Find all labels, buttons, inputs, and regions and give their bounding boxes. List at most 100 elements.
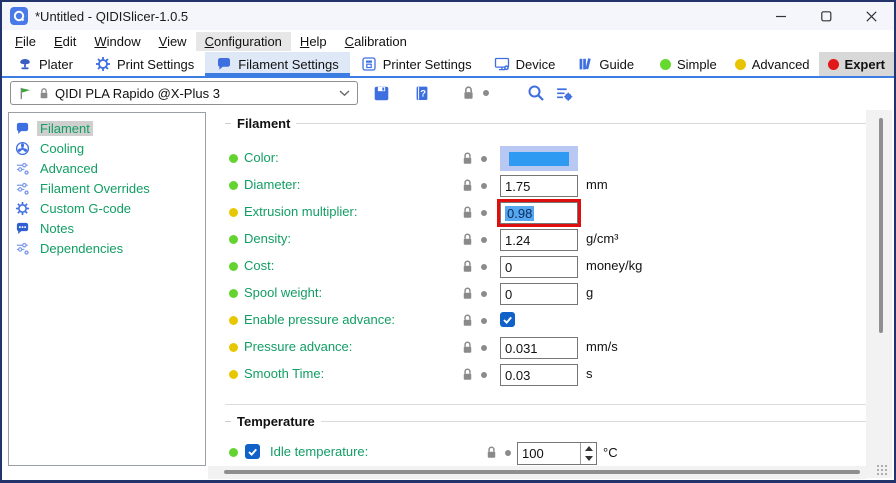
sidebar-item-filament-overrides[interactable]: Filament Overrides bbox=[9, 178, 205, 198]
lock-icon[interactable] bbox=[461, 232, 474, 250]
compare-presets-button[interactable] bbox=[555, 85, 573, 102]
settings-content: Filament Cooling Advanced Filament Overr… bbox=[2, 108, 894, 480]
search-button[interactable] bbox=[527, 84, 545, 102]
menu-file[interactable]: File bbox=[6, 32, 45, 51]
spin-down-button[interactable] bbox=[581, 454, 596, 465]
lock-icon[interactable] bbox=[485, 445, 498, 463]
spin-up-button[interactable] bbox=[581, 443, 596, 454]
color-swatch bbox=[509, 152, 569, 166]
enable-pressure-advance-checkbox[interactable] bbox=[500, 312, 515, 327]
save-preset-button[interactable] bbox=[373, 85, 390, 102]
menu-help[interactable]: Help bbox=[291, 32, 336, 51]
spool-weight-input[interactable]: 0 bbox=[500, 283, 578, 305]
menu-bar: File Edit Window View Configuration Help… bbox=[2, 30, 894, 52]
svg-text:?: ? bbox=[420, 88, 426, 99]
smooth-time-input[interactable]: 0.03 bbox=[500, 364, 578, 386]
yellow-dot-icon bbox=[229, 343, 238, 352]
revert-dot-icon bbox=[481, 372, 487, 378]
sidebar-item-custom-gcode[interactable]: Custom G-code bbox=[9, 198, 205, 218]
preset-combobox[interactable]: QIDI PLA Rapido @X-Plus 3 bbox=[10, 81, 358, 105]
revert-dot-icon bbox=[481, 156, 487, 162]
minimize-button[interactable] bbox=[759, 2, 804, 30]
tab-device[interactable]: Device bbox=[483, 52, 567, 76]
idle-temperature-input[interactable]: 100 bbox=[517, 442, 597, 465]
red-mode-dot-icon bbox=[828, 59, 839, 70]
sidebar-item-dependencies[interactable]: Dependencies bbox=[9, 238, 205, 258]
close-button[interactable] bbox=[849, 2, 894, 30]
pressure-advance-input[interactable]: 0.031 bbox=[500, 337, 578, 359]
mode-simple[interactable]: Simple bbox=[651, 52, 726, 76]
group-title: Filament bbox=[237, 116, 290, 131]
tab-plater[interactable]: Plater bbox=[6, 52, 84, 76]
app-logo-icon bbox=[10, 7, 28, 25]
cost-input[interactable]: 0 bbox=[500, 256, 578, 278]
lock-icon[interactable] bbox=[461, 178, 474, 196]
horizontal-scrollbar-thumb[interactable] bbox=[224, 470, 860, 474]
green-dot-icon bbox=[229, 235, 238, 244]
settings-category-list: Filament Cooling Advanced Filament Overr… bbox=[8, 112, 206, 466]
setting-row-enable-pressure-advance: Enable pressure advance: bbox=[225, 310, 866, 337]
gear-icon bbox=[95, 56, 111, 72]
lock-icon[interactable] bbox=[461, 286, 474, 304]
tab-print-settings[interactable]: Print Settings bbox=[84, 52, 205, 76]
vertical-scrollbar-thumb[interactable] bbox=[879, 118, 883, 333]
setting-label: Diameter: bbox=[244, 177, 300, 192]
extrusion-multiplier-input[interactable]: 0.98 bbox=[500, 202, 578, 224]
window-controls bbox=[759, 2, 894, 30]
lock-icon[interactable] bbox=[461, 367, 474, 385]
notes-icon bbox=[15, 221, 30, 236]
vertical-scrollbar[interactable] bbox=[866, 110, 892, 478]
mode-expert[interactable]: Expert bbox=[819, 52, 894, 76]
green-dot-icon bbox=[229, 448, 238, 457]
setting-label: Spool weight: bbox=[244, 285, 322, 300]
preset-settings-icon bbox=[555, 85, 573, 102]
sidebar-item-filament[interactable]: Filament bbox=[9, 118, 205, 138]
device-icon bbox=[494, 56, 510, 72]
lock-icon bbox=[461, 85, 476, 101]
filament-icon bbox=[216, 56, 232, 72]
green-dot-icon bbox=[229, 154, 238, 163]
main-tab-bar: Plater Print Settings Filament Settings … bbox=[2, 52, 894, 78]
spinner-control[interactable] bbox=[580, 443, 596, 464]
search-icon bbox=[527, 84, 545, 102]
section-divider bbox=[225, 404, 866, 405]
maximize-button[interactable] bbox=[804, 2, 849, 30]
unit-label: mm/s bbox=[586, 339, 618, 354]
color-swatch-button[interactable] bbox=[500, 146, 578, 171]
lock-icon[interactable] bbox=[461, 205, 474, 223]
lock-icon[interactable] bbox=[461, 313, 474, 331]
lock-icon[interactable] bbox=[461, 340, 474, 358]
green-mode-dot-icon bbox=[660, 59, 671, 70]
arrow-down-icon bbox=[585, 456, 593, 461]
sidebar-item-advanced[interactable]: Advanced bbox=[9, 158, 205, 178]
menu-view[interactable]: View bbox=[150, 32, 196, 51]
diameter-input[interactable]: 1.75 bbox=[500, 175, 578, 197]
revert-dot-icon bbox=[481, 183, 487, 189]
horizontal-scrollbar[interactable] bbox=[208, 466, 866, 479]
mode-advanced[interactable]: Advanced bbox=[726, 52, 819, 76]
lock-icon[interactable] bbox=[461, 259, 474, 277]
idle-temperature-checkbox[interactable] bbox=[245, 444, 260, 459]
tab-printer-settings[interactable]: Printer Settings bbox=[350, 52, 483, 76]
menu-window[interactable]: Window bbox=[85, 32, 149, 51]
menu-calibration[interactable]: Calibration bbox=[336, 32, 416, 51]
sidebar-item-cooling[interactable]: Cooling bbox=[9, 138, 205, 158]
help-button[interactable]: ? bbox=[414, 85, 430, 102]
unit-label: g bbox=[586, 285, 593, 300]
group-heading-temperature: Temperature bbox=[225, 414, 866, 429]
gear-icon bbox=[15, 201, 30, 216]
setting-row-diameter: Diameter: 1.75 mm bbox=[225, 175, 866, 202]
lock-preset-button[interactable] bbox=[461, 85, 476, 101]
setting-label: Color: bbox=[244, 150, 279, 165]
density-input[interactable]: 1.24 bbox=[500, 229, 578, 251]
lock-icon[interactable] bbox=[461, 151, 474, 169]
tab-filament-settings[interactable]: Filament Settings bbox=[205, 52, 349, 76]
arrow-up-icon bbox=[585, 446, 593, 451]
menu-configuration[interactable]: Configuration bbox=[196, 32, 291, 51]
resize-grip[interactable] bbox=[876, 464, 888, 476]
fan-icon bbox=[15, 141, 30, 156]
yellow-dot-icon bbox=[229, 370, 238, 379]
menu-edit[interactable]: Edit bbox=[45, 32, 85, 51]
sidebar-item-notes[interactable]: Notes bbox=[9, 218, 205, 238]
tab-guide[interactable]: Guide bbox=[566, 52, 645, 76]
